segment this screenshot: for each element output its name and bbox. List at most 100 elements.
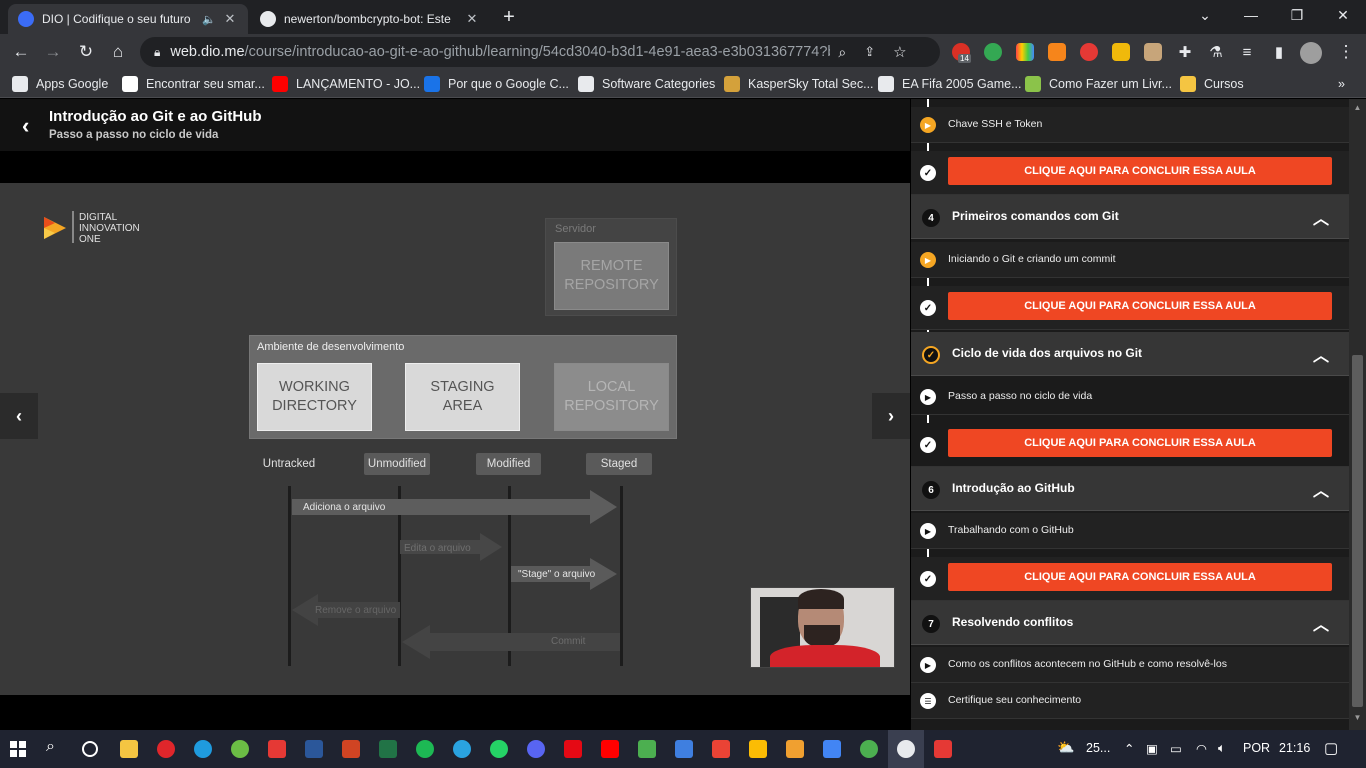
chevron-up-icon[interactable]: ︿ (1313, 611, 1329, 635)
dollar-extension-icon[interactable] (984, 43, 1002, 61)
bookmark-item[interactable]: Apps Google (12, 75, 108, 93)
share-icon[interactable]: ⇪ (864, 44, 875, 60)
netflix-icon[interactable] (564, 740, 582, 758)
circle-app-icon[interactable] (268, 740, 286, 758)
forward-icon[interactable]: → (40, 39, 66, 65)
task-view-icon[interactable] (82, 741, 98, 757)
image-app-icon[interactable] (638, 740, 656, 758)
file-explorer-icon[interactable] (120, 740, 138, 758)
discord-icon[interactable] (527, 740, 545, 758)
telegram-icon[interactable] (453, 740, 471, 758)
profile-avatar[interactable] (1300, 42, 1322, 64)
powerpoint-icon[interactable] (342, 740, 360, 758)
complete-lesson-button[interactable]: CLIQUE AQUI PARA CONCLUIR ESSA AULA (948, 563, 1332, 591)
lesson-item[interactable]: ▶ Como os conflitos acontecem no GitHub e… (911, 647, 1349, 683)
new-tab-button[interactable]: + (498, 6, 520, 28)
metamask-icon[interactable] (1048, 43, 1066, 61)
language-indicator[interactable]: POR (1243, 741, 1270, 755)
tab-dio[interactable]: DIO | Codifique o seu futuro 🔈 ✕ (8, 4, 248, 34)
photos-icon[interactable] (786, 740, 804, 758)
media-queue-icon[interactable]: ≡ (1234, 39, 1260, 65)
chrome-icon[interactable] (860, 740, 878, 758)
video-player[interactable]: DIGITAL INNOVATION ONE Servidor REMOTE R… (0, 183, 910, 695)
address-bar[interactable]: 🔒︎ web.dio.me/course/introducao-ao-git-e… (140, 37, 940, 67)
bookmark-item[interactable]: Por que o Google C... (424, 75, 569, 93)
chevron-up-icon[interactable]: ︿ (1313, 477, 1329, 501)
complete-lesson-button[interactable]: CLIQUE AQUI PARA CONCLUIR ESSA AULA (948, 292, 1332, 320)
complete-lesson-button[interactable]: CLIQUE AQUI PARA CONCLUIR ESSA AULA (948, 157, 1332, 185)
scrollbar-thumb[interactable] (1352, 355, 1363, 707)
lesson-item[interactable]: ▶ Iniciando o Git e criando um commit (911, 242, 1349, 278)
labs-flask-icon[interactable]: ⚗ (1203, 39, 1229, 65)
chevron-up-icon[interactable]: ︿ (1313, 205, 1329, 229)
side-panel-icon[interactable]: ▮ (1266, 39, 1292, 65)
restore-button[interactable]: ❐ (1274, 0, 1320, 30)
sidebar-scrollbar[interactable]: ▲ ▼ (1349, 99, 1366, 730)
tray-chevron-icon[interactable]: ⌃ (1124, 741, 1134, 756)
word-icon[interactable] (305, 740, 323, 758)
prev-slide-button[interactable]: ‹ (0, 393, 38, 439)
module-header[interactable]: ✓ Ciclo de vida dos arquivos no Git ︿ (911, 332, 1349, 376)
whatsapp-icon[interactable] (490, 740, 508, 758)
next-slide-button[interactable]: › (872, 393, 910, 439)
volume-icon[interactable]: 🔈︎ (1218, 741, 1226, 756)
bookmark-star-icon[interactable]: ☆ (893, 43, 906, 61)
complete-lesson-button[interactable]: CLIQUE AQUI PARA CONCLUIR ESSA AULA (948, 429, 1332, 457)
red-extension-icon[interactable] (1080, 43, 1098, 61)
extensions-puzzle-icon[interactable]: ✚ (1172, 39, 1198, 65)
edge-icon[interactable] (194, 740, 212, 758)
scroll-down-icon[interactable]: ▼ (1352, 713, 1363, 722)
notifications-icon[interactable]: ▢ (1324, 739, 1338, 757)
bookmark-item[interactable]: LANÇAMENTO - JO... (272, 75, 420, 93)
reload-icon[interactable]: ↻ (73, 39, 99, 65)
home-icon[interactable]: ⌂ (105, 39, 131, 65)
battery-icon[interactable]: ▭ (1170, 741, 1182, 756)
tab-search-icon[interactable]: ⌄ (1182, 0, 1228, 30)
globe-app-icon[interactable] (675, 740, 693, 758)
module-header[interactable]: 6 Introdução ao GitHub ︿ (911, 467, 1349, 511)
opera-icon[interactable] (157, 740, 175, 758)
drive-icon[interactable] (749, 740, 767, 758)
weather-temp[interactable]: 25... (1086, 741, 1110, 755)
minimize-button[interactable]: — (1228, 0, 1274, 30)
bookmark-item[interactable]: Software Categories (578, 75, 715, 93)
module-header[interactable]: 7 Resolvendo conflitos ︿ (911, 601, 1349, 645)
color-extension-icon[interactable] (1016, 43, 1034, 61)
bookmark-item[interactable]: Como Fazer um Livr... (1025, 75, 1172, 93)
utorrent-icon[interactable] (231, 740, 249, 758)
scroll-up-icon[interactable]: ▲ (1352, 103, 1363, 112)
tab-github[interactable]: newerton/bombcrypto-bot: Este ✕ (250, 4, 490, 34)
bookmark-item[interactable]: Cursos (1180, 75, 1244, 93)
module-header[interactable]: 4 Primeiros comandos com Git ︿ (911, 195, 1349, 239)
search-icon[interactable]: ⌕ (838, 44, 846, 61)
gmail-icon[interactable] (712, 740, 730, 758)
more-bookmarks-icon[interactable]: » (1338, 75, 1345, 93)
lesson-item[interactable]: ▶ Trabalhando com o GitHub (911, 513, 1349, 549)
close-window-button[interactable]: ✕ (1320, 0, 1366, 30)
bookmark-item[interactable]: Encontrar seu smar... (122, 75, 265, 93)
speaker-muted-icon[interactable]: 🔈 (202, 13, 216, 26)
lesson-item[interactable]: ▶ Passo a passo no ciclo de vida (911, 379, 1349, 415)
meet-icon[interactable]: ▣ (1146, 741, 1158, 756)
spotify-icon[interactable] (416, 740, 434, 758)
excel-icon[interactable] (379, 740, 397, 758)
close-tab-icon[interactable]: ✕ (464, 11, 480, 27)
bookmark-item[interactable]: EA Fifa 2005 Game... (878, 75, 1022, 93)
lesson-item[interactable]: ▶ Chave SSH e Token (911, 107, 1349, 143)
chevron-up-icon[interactable]: ︿ (1313, 342, 1329, 366)
windows-start-icon[interactable] (10, 741, 26, 757)
url-text[interactable]: web.dio.me/course/introducao-ao-git-e-ao… (170, 44, 830, 60)
menu-kebab-icon[interactable]: ⋮ (1333, 39, 1359, 65)
youtube-icon[interactable] (601, 740, 619, 758)
search-icon[interactable]: ⌕ (46, 738, 55, 756)
bookmark-item[interactable]: KasperSky Total Sec... (724, 75, 874, 93)
app-icon[interactable] (934, 740, 952, 758)
binance-icon[interactable] (1112, 43, 1130, 61)
clock-time[interactable]: 21:16 (1279, 741, 1310, 755)
back-chevron-icon[interactable]: ‹ (22, 113, 29, 139)
remote-app-icon[interactable] (823, 740, 841, 758)
wifi-icon[interactable]: ◠ (1196, 741, 1207, 756)
back-icon[interactable]: ← (8, 39, 34, 65)
lesson-item[interactable]: ☰ Certifique seu conhecimento (911, 683, 1349, 719)
box-extension-icon[interactable] (1144, 43, 1162, 61)
